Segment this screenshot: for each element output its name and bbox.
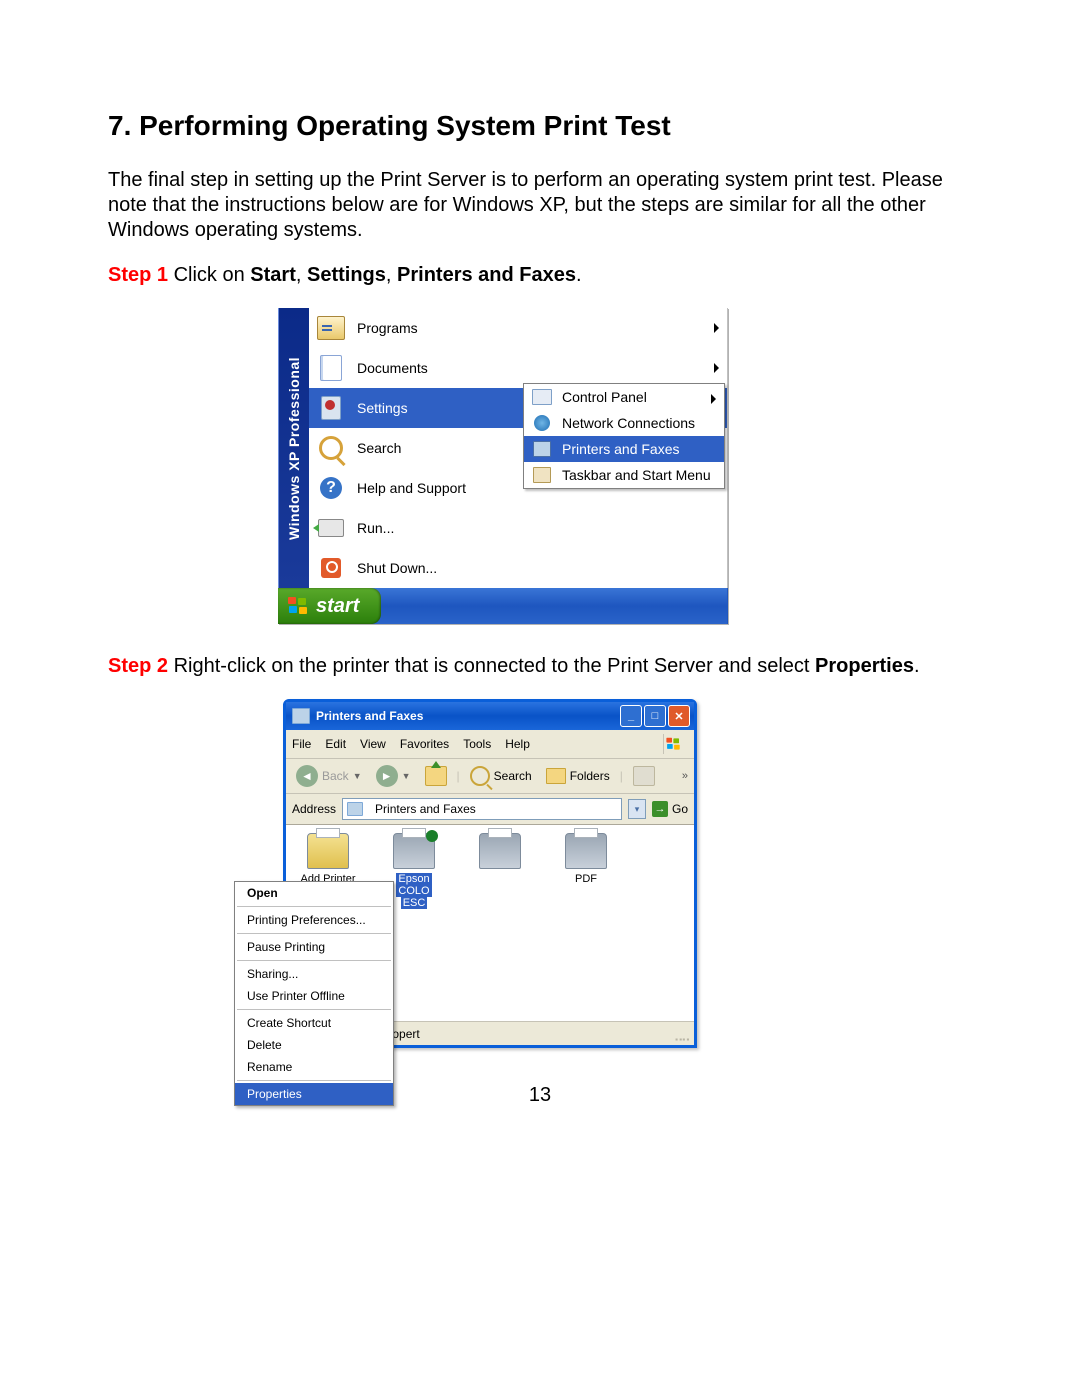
submenu-item-printers-faxes[interactable]: Printers and Faxes <box>524 436 724 462</box>
step1-label: Step 1 <box>108 264 168 286</box>
settings-submenu: Control Panel Network Connections Printe… <box>523 383 725 489</box>
ctx-pause-printing[interactable]: Pause Printing <box>235 936 393 958</box>
programs-icon <box>317 314 345 342</box>
network-icon <box>532 413 552 433</box>
documents-icon <box>317 354 345 382</box>
page-heading: 7. Performing Operating System Print Tes… <box>108 110 972 142</box>
submenu-item-taskbar[interactable]: Taskbar and Start Menu <box>524 462 724 488</box>
menu-edit[interactable]: Edit <box>325 737 346 751</box>
back-button[interactable]: ◄ Back ▼ <box>292 763 366 789</box>
go-icon: → <box>652 801 668 817</box>
back-icon: ◄ <box>296 765 318 787</box>
ctx-open[interactable]: Open <box>235 882 393 904</box>
search-button[interactable]: Search <box>466 764 536 788</box>
search-icon <box>317 434 345 462</box>
menu-item-shutdown[interactable]: Shut Down... <box>309 548 727 588</box>
separator <box>237 960 391 961</box>
maximize-button[interactable]: □ <box>644 705 666 727</box>
submenu-item-network[interactable]: Network Connections <box>524 410 724 436</box>
ctx-delete[interactable]: Delete <box>235 1034 393 1056</box>
submenu-item-control-panel[interactable]: Control Panel <box>524 384 724 410</box>
menu-favorites[interactable]: Favorites <box>400 737 449 751</box>
start-menu-screenshot: Windows XP Professional Programs Documen… <box>278 308 728 624</box>
menu-help[interactable]: Help <box>505 737 530 751</box>
printer-icon <box>393 833 435 869</box>
start-button[interactable]: start <box>278 588 381 624</box>
menu-item-run[interactable]: Run... <box>309 508 727 548</box>
menu-view[interactable]: View <box>360 737 386 751</box>
run-icon <box>317 514 345 542</box>
menu-file[interactable]: File <box>292 737 311 751</box>
resize-grip-icon[interactable]: ⣀⣀ <box>673 1025 688 1042</box>
folders-button[interactable]: Folders <box>542 766 614 786</box>
up-button[interactable] <box>421 764 451 788</box>
printer-add-printer[interactable]: Add Printer <box>294 833 362 885</box>
taskbar: start <box>278 588 728 624</box>
address-field[interactable]: Printers and Faxes <box>342 798 622 820</box>
separator <box>237 1080 391 1081</box>
printer-epson-label1: Epson <box>396 873 431 885</box>
ctx-use-offline[interactable]: Use Printer Offline <box>235 985 393 1007</box>
forward-button[interactable]: ► ▼ <box>372 763 415 789</box>
printer-icon <box>565 833 607 869</box>
separator <box>237 933 391 934</box>
search-icon <box>470 766 490 786</box>
taskbar-icon <box>532 465 552 485</box>
printer-epson-label3: ESC <box>401 897 428 909</box>
context-menu: Open Printing Preferences... Pause Print… <box>234 881 394 1106</box>
ctx-properties[interactable]: Properties <box>235 1083 393 1105</box>
printer-generic-1[interactable] <box>466 833 534 873</box>
add-printer-icon <box>307 833 349 869</box>
printer-icon <box>292 708 310 724</box>
address-label: Address <box>292 802 336 816</box>
minimize-button[interactable]: _ <box>620 705 642 727</box>
printer-epson-label2: COLO <box>396 885 431 897</box>
address-bar: Address Printers and Faxes ▾ → Go <box>286 794 694 825</box>
printer-icon <box>532 439 552 459</box>
ctx-sharing[interactable]: Sharing... <box>235 963 393 985</box>
chevron-right-icon <box>711 394 716 404</box>
separator <box>237 906 391 907</box>
start-menu-sidebar: Windows XP Professional <box>278 308 309 588</box>
chevron-down-icon: ▼ <box>353 771 362 781</box>
settings-icon <box>317 394 345 422</box>
windows-logo-icon <box>288 597 308 615</box>
ctx-create-shortcut[interactable]: Create Shortcut <box>235 1012 393 1034</box>
ctx-rename[interactable]: Rename <box>235 1056 393 1078</box>
address-dropdown[interactable]: ▾ <box>628 799 646 819</box>
step2-label: Step 2 <box>108 655 168 677</box>
window-title: Printers and Faxes <box>316 709 620 723</box>
chevron-right-icon <box>714 323 719 333</box>
help-icon: ? <box>317 474 345 502</box>
toolbar-overflow[interactable]: » <box>682 770 688 782</box>
window-titlebar: Printers and Faxes _ □ ✕ <box>286 702 694 730</box>
views-icon <box>633 766 655 786</box>
menu-item-documents[interactable]: Documents <box>309 348 727 388</box>
forward-icon: ► <box>376 765 398 787</box>
step2-text: Step 2 Right-click on the printer that i… <box>108 654 972 679</box>
toolbar: ◄ Back ▼ ► ▼ | Search Folde <box>286 759 694 794</box>
views-button[interactable] <box>629 764 659 788</box>
printer-icon <box>347 802 363 816</box>
menu-item-programs[interactable]: Programs <box>309 308 727 348</box>
chevron-right-icon <box>714 363 719 373</box>
folders-icon <box>546 768 566 784</box>
ctx-printing-preferences[interactable]: Printing Preferences... <box>235 909 393 931</box>
menu-tools[interactable]: Tools <box>463 737 491 751</box>
menubar: File Edit View Favorites Tools Help <box>286 730 694 759</box>
step1-text: Step 1 Click on Start, Settings, Printer… <box>108 263 972 288</box>
chevron-down-icon: ▼ <box>402 771 411 781</box>
close-button[interactable]: ✕ <box>668 705 690 727</box>
printer-pdf[interactable]: PDF <box>552 833 620 885</box>
up-folder-icon <box>425 766 447 786</box>
intro-text: The final step in setting up the Print S… <box>108 168 972 243</box>
printer-icon <box>479 833 521 869</box>
shutdown-icon <box>317 554 345 582</box>
separator <box>237 1009 391 1010</box>
go-button[interactable]: → Go <box>652 801 688 817</box>
windows-flag-icon <box>663 734 688 754</box>
control-panel-icon <box>532 387 552 407</box>
